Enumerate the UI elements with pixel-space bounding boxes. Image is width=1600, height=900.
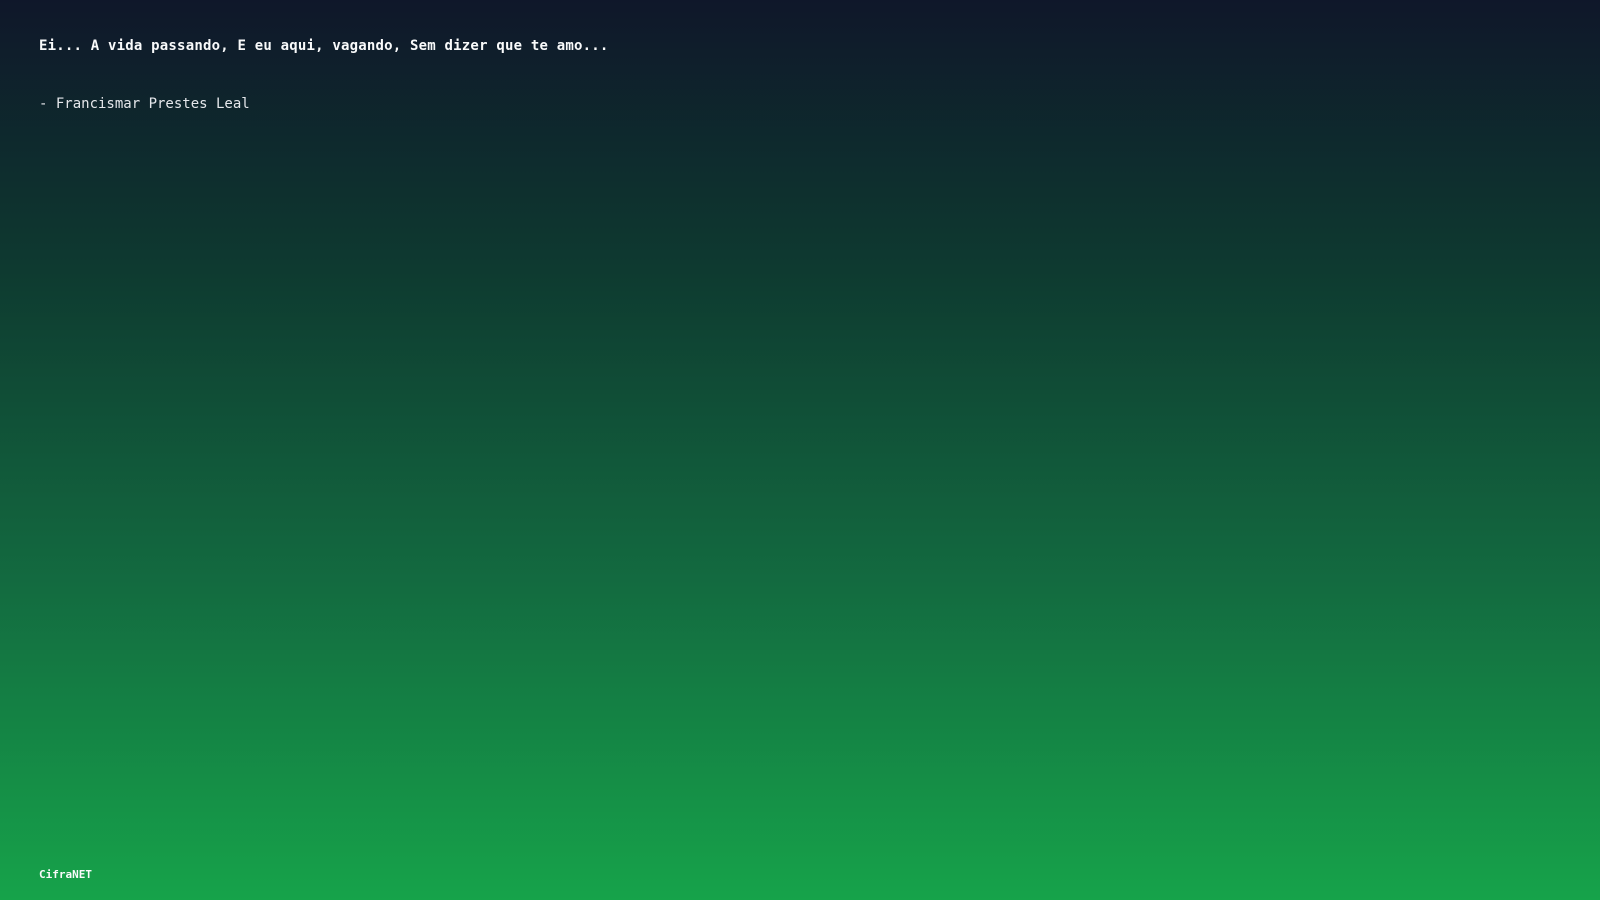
brand-label: CifraNET (39, 868, 92, 881)
quote-author: - Francismar Prestes Leal (39, 96, 250, 112)
quote-text: Ei... A vida passando, E eu aqui, vagand… (39, 38, 609, 54)
quote-block: Ei... A vida passando, E eu aqui, vagand… (39, 38, 1539, 112)
